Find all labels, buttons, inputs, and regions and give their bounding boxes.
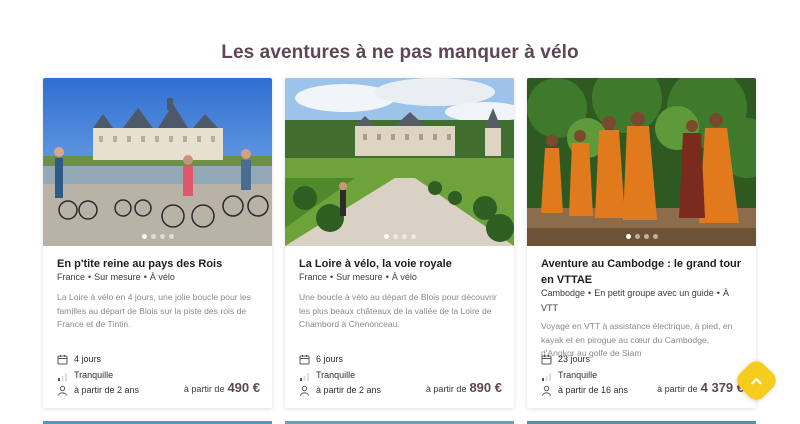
trip-price: à partir de 890 € bbox=[426, 380, 502, 395]
carousel-dot[interactable] bbox=[392, 234, 398, 239]
trip-price: à partir de 4 379 € bbox=[657, 380, 744, 395]
carousel-dot[interactable] bbox=[159, 234, 165, 239]
trip-duration: 23 jours bbox=[541, 352, 590, 366]
chateau-gardens-image bbox=[285, 78, 514, 246]
trip-price: à partir de 490 € bbox=[184, 380, 260, 395]
trip-tags: Cambodge • En petit groupe avec un guide • À… bbox=[541, 286, 746, 316]
level-text: Tranquille bbox=[316, 370, 356, 380]
tag-separator: • bbox=[88, 272, 92, 282]
trip-card[interactable]: Aventure au Cambodge : le grand tour en … bbox=[527, 78, 756, 408]
carousel-dot[interactable] bbox=[652, 234, 658, 239]
trip-tags: France • Sur mesure • À vélo bbox=[299, 270, 504, 285]
tag-country: France bbox=[57, 272, 86, 282]
tag-activity: À vélo bbox=[149, 272, 175, 282]
carousel-dot[interactable] bbox=[168, 234, 174, 239]
trip-duration: 6 jours bbox=[299, 352, 343, 366]
person-icon bbox=[300, 385, 309, 396]
trip-photo[interactable] bbox=[43, 78, 272, 246]
level-text: Tranquille bbox=[558, 370, 598, 380]
price-amount: 490 € bbox=[227, 380, 260, 395]
trip-age: à partir de 2 ans bbox=[57, 383, 139, 397]
age-text: à partir de 2 ans bbox=[316, 385, 382, 395]
carousel-dots[interactable] bbox=[527, 234, 756, 239]
tag-separator: • bbox=[588, 288, 592, 298]
tag-country: Cambodge bbox=[541, 288, 586, 298]
person-icon bbox=[58, 385, 67, 396]
level-text: Tranquille bbox=[74, 370, 114, 380]
duration-text: 4 jours bbox=[74, 354, 102, 364]
price-amount: 890 € bbox=[469, 380, 502, 395]
tag-format: Sur mesure bbox=[336, 272, 383, 282]
chevron-up-icon bbox=[751, 377, 762, 384]
tag-format: Sur mesure bbox=[94, 272, 141, 282]
trip-duration: 4 jours bbox=[57, 352, 101, 366]
trip-level: Tranquille bbox=[541, 368, 597, 382]
carousel-dots[interactable] bbox=[285, 234, 514, 239]
carousel-dot[interactable] bbox=[634, 234, 640, 239]
tag-separator: • bbox=[385, 272, 389, 282]
calendar-icon bbox=[57, 354, 68, 364]
trip-age: à partir de 16 ans bbox=[541, 383, 628, 397]
tag-format: En petit groupe avec un guide bbox=[594, 288, 714, 298]
trip-photo[interactable] bbox=[285, 78, 514, 246]
tag-separator: • bbox=[330, 272, 334, 282]
monks-walking-image bbox=[527, 78, 756, 246]
calendar-icon bbox=[299, 354, 310, 364]
person-icon bbox=[542, 385, 551, 396]
trip-level: Tranquille bbox=[299, 368, 355, 382]
duration-text: 6 jours bbox=[316, 354, 344, 364]
duration-text: 23 jours bbox=[558, 354, 591, 364]
calendar-icon bbox=[541, 354, 552, 364]
tag-separator: • bbox=[716, 288, 720, 298]
trip-description: La Loire à vélo en 4 jours, une jolie bo… bbox=[57, 292, 251, 329]
trip-level: Tranquille bbox=[57, 368, 113, 382]
difficulty-bars-icon bbox=[58, 372, 67, 381]
tag-separator: • bbox=[143, 272, 147, 282]
trip-photo[interactable] bbox=[527, 78, 756, 246]
tag-activity: À vélo bbox=[391, 272, 417, 282]
carousel-dot[interactable] bbox=[141, 234, 147, 239]
carousel-dot[interactable] bbox=[383, 234, 389, 239]
carousel-dot[interactable] bbox=[401, 234, 407, 239]
age-text: à partir de 2 ans bbox=[74, 385, 140, 395]
carousel-dots[interactable] bbox=[43, 234, 272, 239]
carousel-dot[interactable] bbox=[625, 234, 631, 239]
carousel-dot[interactable] bbox=[150, 234, 156, 239]
trip-card[interactable]: La Loire à vélo, la voie royale France • S… bbox=[285, 78, 514, 408]
section-title: Les aventures à ne pas manquer à vélo bbox=[221, 42, 579, 63]
trip-age: à partir de 2 ans bbox=[299, 383, 381, 397]
tag-country: France bbox=[299, 272, 328, 282]
trip-description: Une boucle à vélo au départ de Blois pou… bbox=[299, 292, 497, 329]
trip-title[interactable]: Aventure au Cambodge : le grand tour en … bbox=[541, 256, 746, 288]
carousel-dot[interactable] bbox=[410, 234, 416, 239]
trip-card[interactable]: En p'tite reine au pays des Rois France •… bbox=[43, 78, 272, 408]
age-text: à partir de 16 ans bbox=[558, 385, 629, 395]
trip-tags: France • Sur mesure • À vélo bbox=[57, 270, 262, 285]
price-prefix: à partir de bbox=[425, 384, 467, 394]
price-prefix: à partir de bbox=[183, 384, 225, 394]
difficulty-bars-icon bbox=[542, 372, 551, 381]
chateau-cyclists-image bbox=[43, 78, 272, 246]
carousel-dot[interactable] bbox=[643, 234, 649, 239]
price-prefix: à partir de bbox=[657, 384, 698, 394]
difficulty-bars-icon bbox=[300, 372, 309, 381]
